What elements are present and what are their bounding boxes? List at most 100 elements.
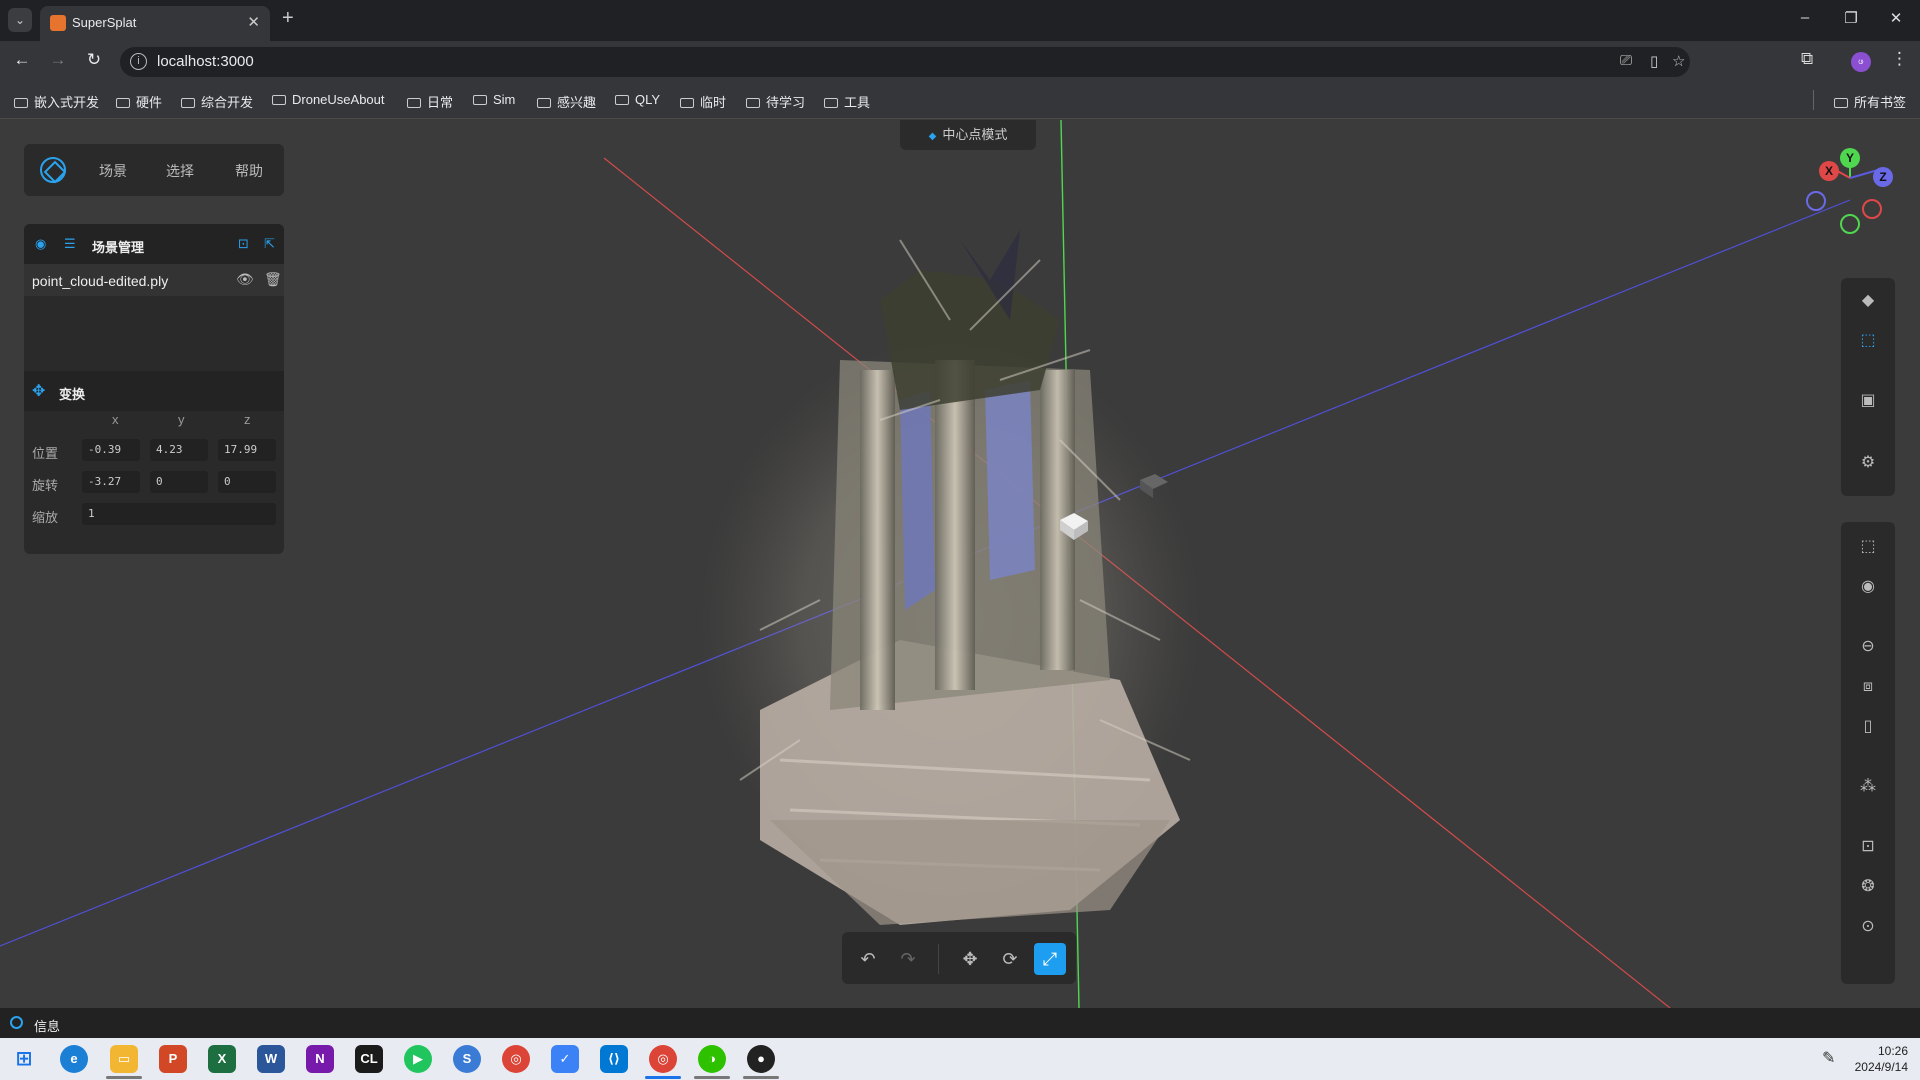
bookmark-folder[interactable]: 临时: [680, 92, 726, 111]
scale-icon[interactable]: ⤢: [1034, 943, 1066, 975]
reset-icon[interactable]: ⊙: [1853, 912, 1883, 942]
gizmo-y-handle[interactable]: Y: [1840, 148, 1860, 168]
center-icon[interactable]: ⊡: [1853, 832, 1883, 862]
info-toggle-icon[interactable]: [10, 1016, 23, 1029]
cube-icon[interactable]: ❂: [1853, 872, 1883, 902]
mode-indicator[interactable]: ◆ 中心点模式: [900, 120, 1036, 150]
gizmo-neg-x-handle[interactable]: [1862, 199, 1882, 219]
forward-icon[interactable]: →: [46, 50, 70, 70]
bookmark-folder[interactable]: 日常: [407, 92, 453, 111]
right-toolbar-bottom: ⬚ ◉ ⊖ ⧈ ▯ ⁂ ⊡ ❂ ⊙: [1841, 522, 1895, 984]
windows-start-icon[interactable]: ⊞: [10, 1045, 38, 1073]
system-clock[interactable]: 10:26 2024/9/14: [1855, 1043, 1908, 1075]
bookmark-folder[interactable]: 综合开发: [181, 92, 253, 111]
export-icon[interactable]: ⇱: [264, 236, 275, 252]
rotation-x-input[interactable]: -3.27: [82, 471, 140, 493]
gear-icon[interactable]: ⚙: [1853, 448, 1883, 478]
menu-scene[interactable]: 场景: [99, 161, 127, 181]
scene-canvas[interactable]: [0, 120, 1920, 1008]
chrome-active-icon[interactable]: ◎: [649, 1045, 677, 1073]
bookmark-folder[interactable]: Sim: [473, 92, 515, 107]
import-icon[interactable]: ⊡: [238, 236, 249, 252]
edge-icon[interactable]: e: [60, 1045, 88, 1073]
gizmo-z-handle[interactable]: Z: [1873, 167, 1893, 187]
rotation-y-input[interactable]: 0: [150, 471, 208, 493]
delete-trash-icon[interactable]: 🗑: [264, 271, 282, 288]
vscode-icon[interactable]: ⟨⟩: [600, 1045, 628, 1073]
brush-select-icon[interactable]: ◉: [1853, 572, 1883, 602]
scene-item-row[interactable]: point_cloud-edited.ply 👁 🗑: [24, 264, 284, 296]
diamond-icon[interactable]: ◆: [1853, 286, 1883, 316]
extensions-icon[interactable]: ⧉: [1801, 49, 1813, 69]
word-icon[interactable]: W: [257, 1045, 285, 1073]
tab-search-button[interactable]: ⌄: [8, 8, 32, 32]
viewport-3d[interactable]: ◆ 中心点模式 场景 选择 帮助 ◉ ☰ 场景管理 ⊡ ⇱ point_cloud…: [0, 120, 1920, 1008]
position-y-input[interactable]: 4.23: [150, 439, 208, 461]
gizmo-neg-y-handle[interactable]: [1840, 214, 1860, 234]
restore-icon[interactable]: ❐: [1836, 9, 1866, 27]
sphere-select-icon[interactable]: ⊖: [1853, 632, 1883, 662]
visibility-eye-icon[interactable]: 👁: [236, 271, 254, 288]
wechat-icon[interactable]: ◑: [698, 1045, 726, 1073]
chrome-icon[interactable]: ◎: [502, 1045, 530, 1073]
minimize-icon[interactable]: –: [1790, 9, 1820, 26]
scene-item-name[interactable]: point_cloud-edited.ply: [32, 273, 168, 289]
move-icon[interactable]: ✥: [954, 943, 986, 975]
recorder-icon[interactable]: ●: [747, 1045, 775, 1073]
tab-close-icon[interactable]: ✕: [247, 13, 260, 31]
more-menu-icon[interactable]: ⋮: [1891, 49, 1908, 69]
pen-icon[interactable]: ✎: [1822, 1048, 1835, 1068]
reload-icon[interactable]: ↻: [82, 50, 106, 70]
back-icon[interactable]: ←: [10, 50, 34, 70]
cylinder-select-icon[interactable]: ▯: [1853, 712, 1883, 742]
file-explorer-icon[interactable]: ▭: [110, 1045, 138, 1073]
bookmark-star-icon[interactable]: ☆: [1672, 52, 1685, 70]
bookmark-folder[interactable]: 工具: [824, 92, 870, 111]
browser-tab[interactable]: SuperSplat ✕: [40, 6, 270, 41]
menu-help[interactable]: 帮助: [235, 161, 263, 181]
scale-label: 缩放: [32, 510, 59, 525]
splat-icon[interactable]: ⁂: [1853, 772, 1883, 802]
url-text[interactable]: localhost:3000: [157, 53, 254, 70]
powerpoint-icon[interactable]: P: [159, 1045, 187, 1073]
onenote-icon[interactable]: N: [306, 1045, 334, 1073]
page-icon[interactable]: ▯: [1650, 52, 1658, 70]
omnibox[interactable]: i localhost:3000 ⎚ ▯ ☆: [120, 47, 1690, 77]
scene-manager-header[interactable]: ◉ ☰ 场景管理 ⊡ ⇱: [24, 224, 284, 264]
app-icon-2[interactable]: S: [453, 1045, 481, 1073]
bookmark-folder[interactable]: DroneUseAbout: [272, 92, 385, 107]
box-select-icon[interactable]: ⧈: [1853, 672, 1883, 702]
new-tab-icon[interactable]: +: [282, 7, 294, 30]
redo-icon[interactable]: ↷: [892, 943, 924, 975]
rect-select-icon[interactable]: ⬚: [1853, 532, 1883, 562]
clion-icon[interactable]: CL: [355, 1045, 383, 1073]
close-window-icon[interactable]: ✕: [1881, 9, 1911, 27]
collapse-icon[interactable]: ◉: [35, 236, 46, 252]
excel-icon[interactable]: X: [208, 1045, 236, 1073]
bookmark-folder[interactable]: 硬件: [116, 92, 162, 111]
favicon-icon: [50, 15, 66, 31]
install-icon[interactable]: ⎚: [1620, 52, 1632, 69]
profile-avatar[interactable]: ဖ: [1851, 52, 1871, 72]
bookmark-folder[interactable]: QLY: [615, 92, 660, 107]
app-icon-3[interactable]: ✓: [551, 1045, 579, 1073]
position-z-input[interactable]: 17.99: [218, 439, 276, 461]
rotation-z-input[interactable]: 0: [218, 471, 276, 493]
focus-select-icon[interactable]: ⬚: [1853, 326, 1883, 356]
transform-header[interactable]: ✥ 变换: [24, 371, 284, 411]
bookmark-folder[interactable]: 嵌入式开发: [14, 92, 99, 111]
gizmo-neg-z-handle[interactable]: [1806, 191, 1826, 211]
gizmo-x-handle[interactable]: X: [1819, 161, 1839, 181]
bookmark-folder[interactable]: 待学习: [746, 92, 805, 111]
app-icon[interactable]: ▶: [404, 1045, 432, 1073]
all-bookmarks[interactable]: 所有书签: [1834, 92, 1906, 111]
rotate-icon[interactable]: ⟳: [994, 943, 1026, 975]
scale-input[interactable]: 1: [82, 503, 276, 525]
position-x-input[interactable]: -0.39: [82, 439, 140, 461]
bookmark-folder[interactable]: 感兴趣: [537, 92, 596, 111]
menu-select[interactable]: 选择: [166, 161, 194, 181]
frame-icon[interactable]: ▣: [1853, 386, 1883, 416]
undo-icon[interactable]: ↶: [852, 943, 884, 975]
info-bar[interactable]: 信息: [0, 1008, 1920, 1038]
site-info-icon[interactable]: i: [130, 53, 147, 70]
